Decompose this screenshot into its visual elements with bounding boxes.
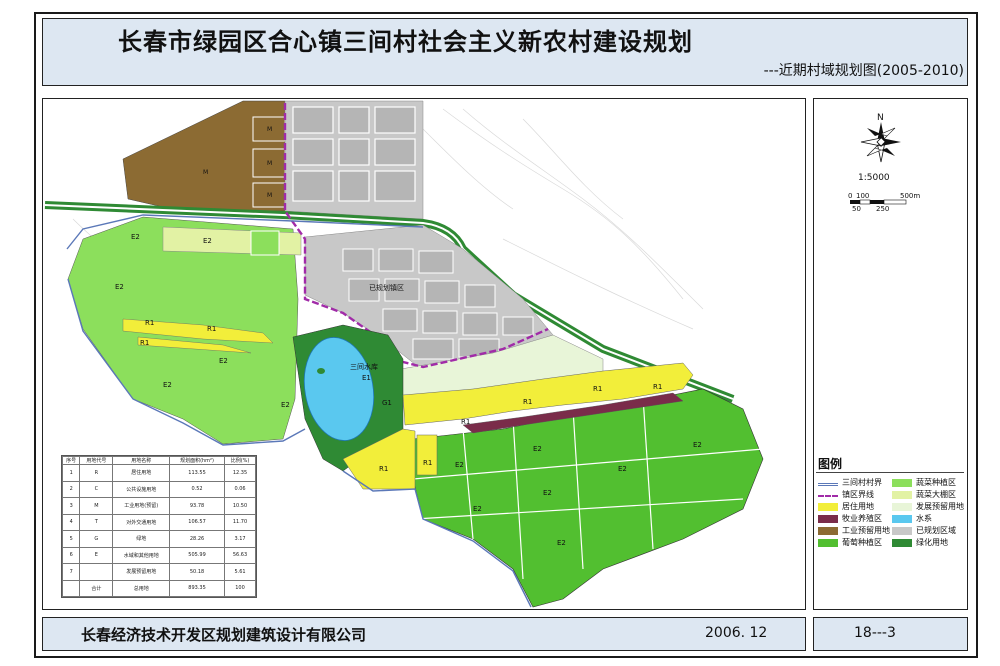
residential-block	[416, 434, 438, 476]
legend-swatch	[818, 483, 838, 486]
table-row: 2 C 公共设施用地 0.52 0.06	[61, 480, 256, 498]
table-row: 7 发展预留用地 50.18 5.61	[61, 563, 256, 581]
legend-item: 水系	[892, 514, 964, 525]
land-use-table: 序号 用地代号 用地名称 规划面积(hm²) 比例(%) 1 R 居住用地 113.5…	[61, 455, 257, 598]
zone-label-e2: E2	[131, 233, 140, 241]
legend-swatch	[818, 527, 838, 535]
legend-swatch	[818, 539, 838, 547]
zone-label-m: M	[267, 192, 272, 199]
scale-tick: 100	[856, 192, 870, 200]
table-header: 用地名称	[112, 456, 171, 465]
legend-item: 三间村村界	[818, 478, 890, 489]
zone-label-r1: R1	[379, 465, 388, 473]
water-label-e1: E1	[362, 374, 371, 382]
legend-item: 蔬菜种植区	[892, 478, 964, 489]
legend-swatch	[892, 539, 912, 547]
zone-label-e2: E2	[115, 283, 124, 291]
map-subtitle: ---近期村域规划图(2005-2010)	[763, 63, 964, 79]
table-header: 比例(%)	[224, 456, 256, 465]
legend-item: 蔬菜大棚区	[892, 490, 964, 501]
zone-label-e2: E2	[455, 461, 464, 469]
zone-label-r1: R1	[207, 325, 216, 333]
footer-panel: 长春经济技术开发区规划建筑设计有限公司 2006. 12	[42, 617, 806, 651]
zone-label-e2: E2	[203, 237, 212, 245]
table-row: 1 R 居住用地 113.55 12.35	[61, 464, 256, 482]
zone-label-m: M	[267, 160, 272, 167]
planned-town-label: 已规划镇区	[369, 283, 404, 292]
zone-label-r1: R1	[653, 383, 662, 391]
reservoir-label: 三间水库	[350, 362, 378, 371]
legend-divider	[816, 472, 964, 473]
scale-tick: 250	[876, 205, 890, 213]
zone-label-e2: E2	[281, 401, 290, 409]
legend-swatch	[892, 515, 912, 523]
legend-item: 已规划区域	[892, 526, 964, 537]
zone-label-r1: R1	[145, 319, 154, 327]
zone-label-r1: R1	[140, 339, 149, 347]
scale-tick: 50	[852, 205, 861, 213]
table-header: 用地代号	[79, 456, 114, 465]
legend-item: 牧业养殖区	[818, 514, 890, 525]
zone-label-r1: R1	[461, 418, 470, 426]
zone-label-e2: E2	[557, 539, 566, 547]
legend-item: 镇区界线	[818, 490, 890, 501]
legend-title: 图例	[818, 457, 843, 471]
legend-swatch	[892, 503, 912, 511]
zone-label-e2: E2	[219, 357, 228, 365]
zone-label-r1: R1	[593, 385, 602, 393]
zone-label-r1: R1	[423, 459, 432, 467]
zone-label-e2: E2	[163, 381, 172, 389]
reservoir-island	[317, 368, 325, 374]
table-row: 5 G 绿地 28.26 3.17	[61, 530, 256, 548]
legend-item: 工业预留用地	[818, 526, 890, 537]
legend-swatch	[892, 491, 912, 499]
map-scale: 1:5000	[858, 173, 890, 183]
legend-swatch	[892, 527, 912, 535]
table-header: 规划面积(hm²)	[169, 456, 226, 465]
table-row: 4 T 对外交通用地 106.57 11.70	[61, 513, 256, 531]
scale-tick: 500m	[900, 192, 921, 200]
legend-item: 葡萄种植区	[818, 538, 890, 549]
map-title: 长春市绿园区合心镇三间村社会主义新农村建设规划	[118, 28, 693, 56]
zone-label-r1: R1	[523, 398, 532, 406]
town-north-blocks	[292, 106, 416, 202]
legend-swatch	[892, 479, 912, 487]
legend-swatch	[818, 515, 838, 523]
north-letter: N	[877, 113, 884, 123]
sheet-number: 18---3	[854, 625, 896, 641]
zone-label-e2: E2	[618, 465, 627, 473]
zone-label-e2: E2	[473, 505, 482, 513]
table-header: 序号	[61, 456, 81, 465]
drawing-date: 2006. 12	[705, 625, 768, 641]
legend-swatch	[818, 495, 838, 497]
zone-label-m: M	[267, 126, 272, 133]
zone-label-e2: E2	[693, 441, 702, 449]
legend-swatch	[818, 503, 838, 511]
legend-item: 发展预留用地	[892, 502, 964, 513]
design-organization: 长春经济技术开发区规划建筑设计有限公司	[81, 626, 367, 644]
table-row: 合计 总用地 893.35 100	[61, 579, 256, 597]
legend-item: 绿化用地	[892, 538, 964, 549]
table-row: 6 E 水域和其他用地 505.99 56.63	[61, 546, 256, 564]
zone-label-e2: E2	[543, 489, 552, 497]
field-e2	[250, 230, 280, 256]
legend-item: 居住用地	[818, 502, 890, 513]
greenland-label-g1: G1	[382, 399, 392, 407]
table-row: 3 M 工业用地(预留) 93.78 10.50	[61, 497, 256, 515]
scale-tick: 0	[848, 192, 853, 200]
north-arrow-icon: N	[860, 113, 901, 163]
zone-label-e2: E2	[533, 445, 542, 453]
zone-label-m: M	[203, 169, 208, 176]
sheet-panel: 18---3	[813, 617, 968, 651]
